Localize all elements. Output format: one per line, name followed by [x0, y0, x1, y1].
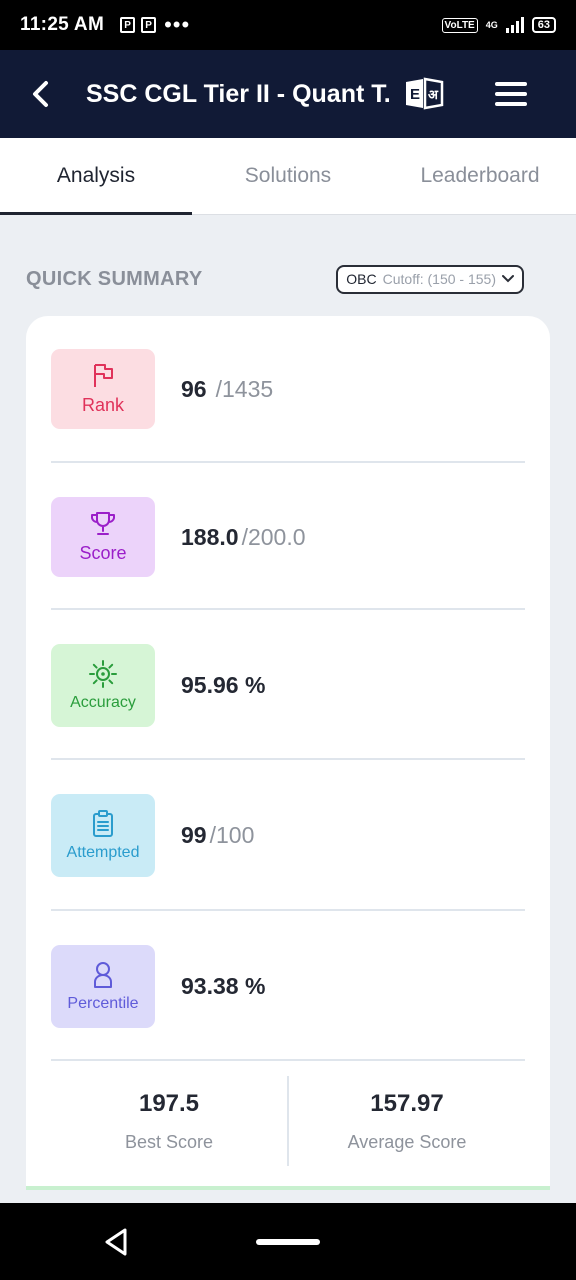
tab-solutions[interactable]: Solutions: [192, 138, 384, 214]
status-time: 11:25 AM: [20, 14, 105, 35]
best-score-value: 197.5: [138, 1089, 200, 1117]
divider: [51, 758, 525, 760]
percentile-person-icon: [94, 961, 112, 988]
more-notifications-icon: •••: [164, 12, 191, 37]
category-label: OBC: [346, 271, 377, 287]
page-title: SSC CGL Tier II - Quant T...: [86, 79, 391, 108]
quick-summary-header: QUICK SUMMARY OBC Cutoff: (150 - 155): [26, 262, 524, 296]
network-type: 4G: [485, 20, 498, 30]
signal-icon: [505, 17, 524, 33]
parking-app-icon: P: [120, 17, 136, 33]
app-notification-icon: P: [141, 17, 157, 33]
attempted-value: 99 /100: [181, 822, 255, 848]
accuracy-badge: Accuracy: [51, 644, 155, 727]
score-row: Score 188.0 /200.0: [51, 497, 525, 577]
average-score-value: 157.97: [370, 1089, 444, 1117]
score-badge: Score: [51, 497, 155, 577]
tab-analysis[interactable]: Analysis: [0, 138, 192, 215]
divider: [51, 461, 525, 463]
attempted-row: Attempted 99 /100: [51, 794, 525, 877]
divider: [51, 608, 525, 610]
accuracy-value: 95.96 %: [181, 672, 266, 698]
back-button[interactable]: [26, 80, 54, 108]
best-score-stat: 197.5 Best Score: [51, 1076, 287, 1166]
rank-value: 96 /1435: [181, 375, 274, 402]
system-navigation-bar: [0, 1203, 576, 1280]
volte-icon: VoLTE: [441, 17, 478, 33]
score-stats: 197.5 Best Score 157.97 Average Score: [51, 1076, 525, 1166]
trophy-icon: [91, 511, 115, 535]
status-notification-icons: P P •••: [120, 14, 190, 36]
language-toggle-button[interactable]: E अ: [403, 77, 445, 111]
score-label: Score: [79, 542, 127, 563]
nav-back-icon[interactable]: [102, 1227, 132, 1257]
average-score-label: Average Score: [347, 1131, 467, 1152]
summary-card: Rank 96 /1435 Score 188.0 /200.0 Accurac…: [26, 316, 550, 1190]
clipboard-icon: [93, 809, 113, 837]
accuracy-row: Accuracy 95.96 %: [51, 644, 525, 727]
tab-bar: Analysis Solutions Leaderboard: [0, 138, 576, 215]
average-score-stat: 157.97 Average Score: [289, 1076, 525, 1166]
rank-label: Rank: [81, 394, 125, 415]
back-arrow-icon: [33, 81, 48, 107]
divider: [51, 909, 525, 911]
rank-badge: Rank: [51, 349, 155, 429]
cutoff-value: Cutoff: (150 - 155): [382, 271, 496, 287]
percentile-row: Percentile 93.38 %: [51, 945, 525, 1028]
app-bar: SSC CGL Tier II - Quant T... E अ: [0, 50, 576, 138]
battery-icon: 63: [531, 17, 556, 33]
flag-icon: [94, 363, 113, 387]
divider: [51, 1059, 525, 1061]
score-value: 188.0 /200.0: [181, 523, 306, 550]
percentile-label: Percentile: [67, 994, 139, 1012]
quick-summary-title: QUICK SUMMARY: [26, 267, 203, 290]
attempted-label: Attempted: [66, 843, 140, 861]
language-book-icon: E अ: [406, 77, 444, 110]
nav-home-pill[interactable]: [256, 1239, 320, 1245]
percentile-badge: Percentile: [51, 945, 155, 1028]
rank-row: Rank 96 /1435: [51, 349, 525, 429]
category-cutoff-dropdown[interactable]: OBC Cutoff: (150 - 155): [336, 264, 524, 294]
hamburger-menu-icon[interactable]: [495, 82, 527, 106]
card-bottom-accent: [26, 1186, 550, 1190]
percentile-value: 93.38 %: [181, 973, 266, 999]
target-sun-icon: [89, 659, 117, 688]
chevron-down-icon: [502, 275, 514, 283]
svg-text:E: E: [410, 86, 420, 103]
accuracy-label: Accuracy: [70, 693, 136, 711]
svg-text:अ: अ: [428, 88, 439, 103]
status-bar: 11:25 AM P P ••• VoLTE 4G 63: [0, 0, 576, 50]
attempted-badge: Attempted: [51, 794, 155, 877]
tab-leaderboard[interactable]: Leaderboard: [384, 138, 576, 214]
best-score-label: Best Score: [124, 1131, 214, 1152]
